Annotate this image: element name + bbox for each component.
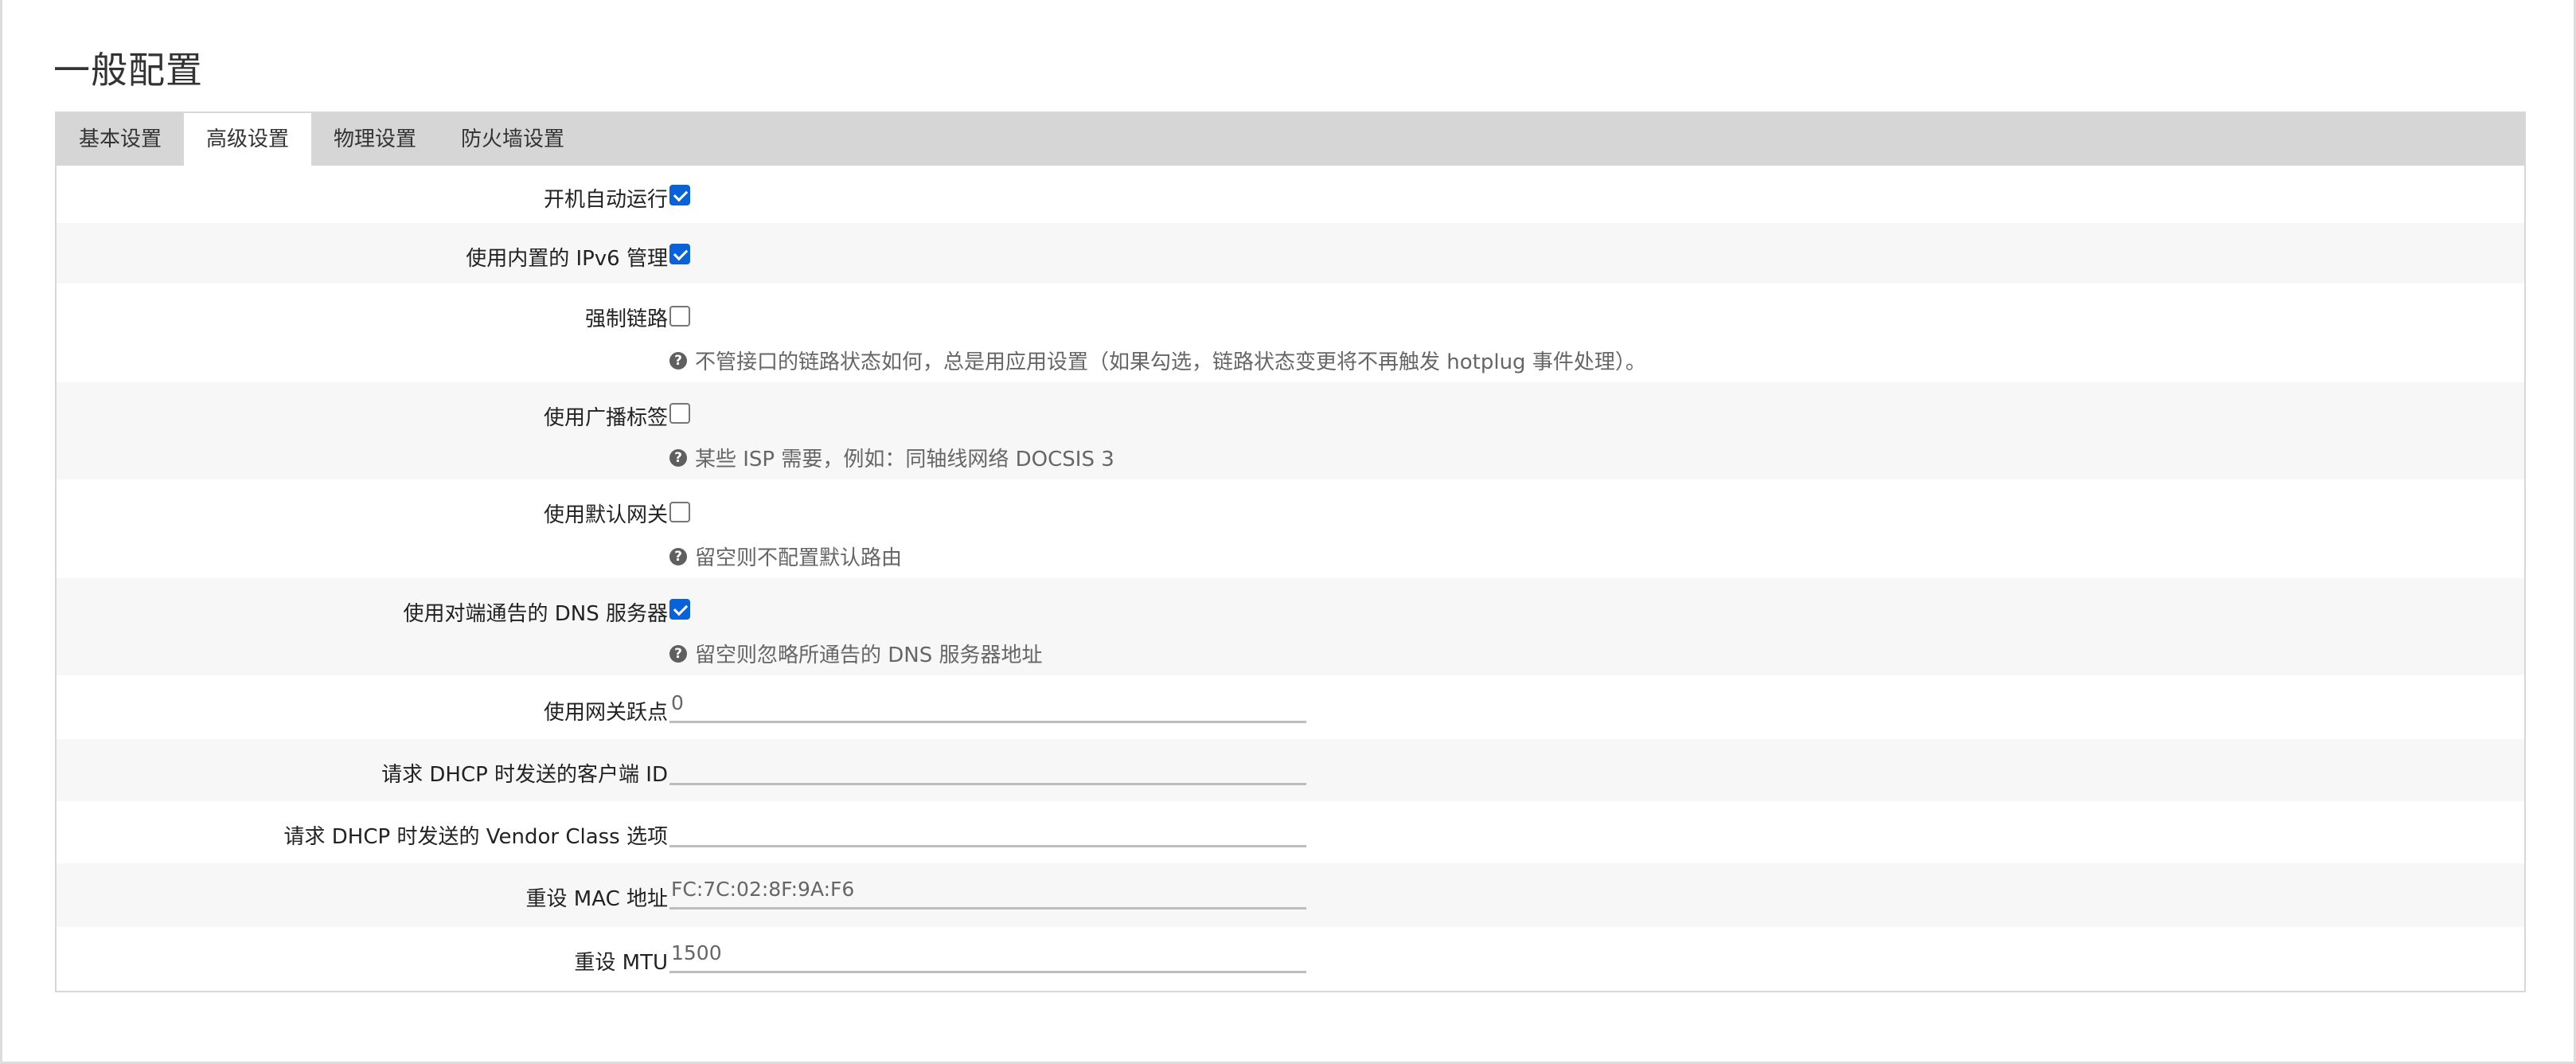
row-dhcp-client-id: 请求 DHCP 时发送的客户端 ID <box>57 739 2524 801</box>
force-link-hint-text: 不管接口的链路状态如何，总是用应用设置（如果勾选，链路状态变更将不再触发 hot… <box>695 350 1646 374</box>
row-mtu-override: 重设 MTU 1500 <box>57 927 2524 991</box>
default-gateway-hint-text: 留空则不配置默认路由 <box>695 546 903 570</box>
question-circle-icon: ? <box>669 547 687 565</box>
tab-firewall-settings[interactable]: 防火墙设置 <box>439 113 587 166</box>
mac-override-input[interactable]: FC:7C:02:8F:9A:F6 <box>669 874 1306 909</box>
default-gateway-label: 使用默认网关 <box>543 503 668 527</box>
row-peer-dns: 使用对端通告的 DNS 服务器 ? 留空则忽略所通告的 DNS 服务器地址 <box>57 578 2524 675</box>
row-gateway-metric: 使用网关跃点 0 <box>57 675 2524 739</box>
default-gateway-checkbox[interactable] <box>669 502 690 522</box>
force-link-checkbox[interactable] <box>669 306 690 327</box>
broadcast-flag-label: 使用广播标签 <box>543 406 668 430</box>
dhcp-client-id-input[interactable] <box>669 750 1306 785</box>
question-circle-icon: ? <box>669 448 687 467</box>
row-dhcp-vendor-class: 请求 DHCP 时发送的 Vendor Class 选项 <box>57 801 2524 863</box>
tab-basic-settings[interactable]: 基本设置 <box>57 113 184 166</box>
row-force-link: 强制链路 ? 不管接口的链路状态如何，总是用应用设置（如果勾选，链路状态变更将不… <box>57 284 2524 382</box>
auto-start-checkbox[interactable] <box>669 185 690 205</box>
tab-physical-settings[interactable]: 物理设置 <box>311 113 439 166</box>
row-broadcast-flag: 使用广播标签 ? 某些 ISP 需要，例如：同轴线网络 DOCSIS 3 <box>57 382 2524 479</box>
peer-dns-label: 使用对端通告的 DNS 服务器 <box>403 602 668 626</box>
peer-dns-hint: ? 留空则忽略所通告的 DNS 服务器地址 <box>669 639 1043 668</box>
question-circle-icon: ? <box>669 644 687 663</box>
broadcast-flag-hint-text: 某些 ISP 需要，例如：同轴线网络 DOCSIS 3 <box>695 448 1114 471</box>
ipv6-builtin-checkbox[interactable] <box>669 244 690 264</box>
mtu-override-label: 重设 MTU <box>574 951 668 975</box>
settings-panel: 基本设置 高级设置 物理设置 防火墙设置 开机自动运行 使用内置的 IPv6 管… <box>55 111 2526 992</box>
default-gateway-hint: ? 留空则不配置默认路由 <box>669 542 902 571</box>
dhcp-vendor-class-input[interactable] <box>669 812 1306 847</box>
broadcast-flag-hint: ? 某些 ISP 需要，例如：同轴线网络 DOCSIS 3 <box>669 443 1114 472</box>
tab-advanced-settings[interactable]: 高级设置 <box>184 113 312 166</box>
dhcp-client-id-label: 请求 DHCP 时发送的客户端 ID <box>381 763 668 787</box>
force-link-hint: ? 不管接口的链路状态如何，总是用应用设置（如果勾选，链路状态变更将不再触发 h… <box>669 346 1646 375</box>
page-title: 一般配置 <box>53 49 203 92</box>
force-link-label: 强制链路 <box>584 307 668 331</box>
question-circle-icon: ? <box>669 351 687 370</box>
row-default-gateway: 使用默认网关 ? 留空则不配置默认路由 <box>57 479 2524 578</box>
auto-start-label: 开机自动运行 <box>543 188 668 212</box>
peer-dns-hint-text: 留空则忽略所通告的 DNS 服务器地址 <box>695 643 1043 667</box>
row-auto-start: 开机自动运行 <box>57 166 2524 223</box>
gateway-metric-label: 使用网关跃点 <box>543 701 668 725</box>
mtu-override-input[interactable]: 1500 <box>669 938 1306 973</box>
peer-dns-checkbox[interactable] <box>669 599 690 620</box>
mac-override-label: 重设 MAC 地址 <box>525 887 668 911</box>
row-mac-override: 重设 MAC 地址 FC:7C:02:8F:9A:F6 <box>57 863 2524 927</box>
broadcast-flag-checkbox[interactable] <box>669 403 690 424</box>
page: 一般配置 基本设置 高级设置 物理设置 防火墙设置 开机自动运行 使用内置的 I… <box>0 0 2576 1064</box>
tab-bar: 基本设置 高级设置 物理设置 防火墙设置 <box>57 113 2524 166</box>
ipv6-builtin-label: 使用内置的 IPv6 管理 <box>466 247 668 271</box>
dhcp-vendor-class-label: 请求 DHCP 时发送的 Vendor Class 选项 <box>283 825 668 849</box>
gateway-metric-input[interactable]: 0 <box>669 688 1306 723</box>
row-ipv6-builtin: 使用内置的 IPv6 管理 <box>57 223 2524 284</box>
